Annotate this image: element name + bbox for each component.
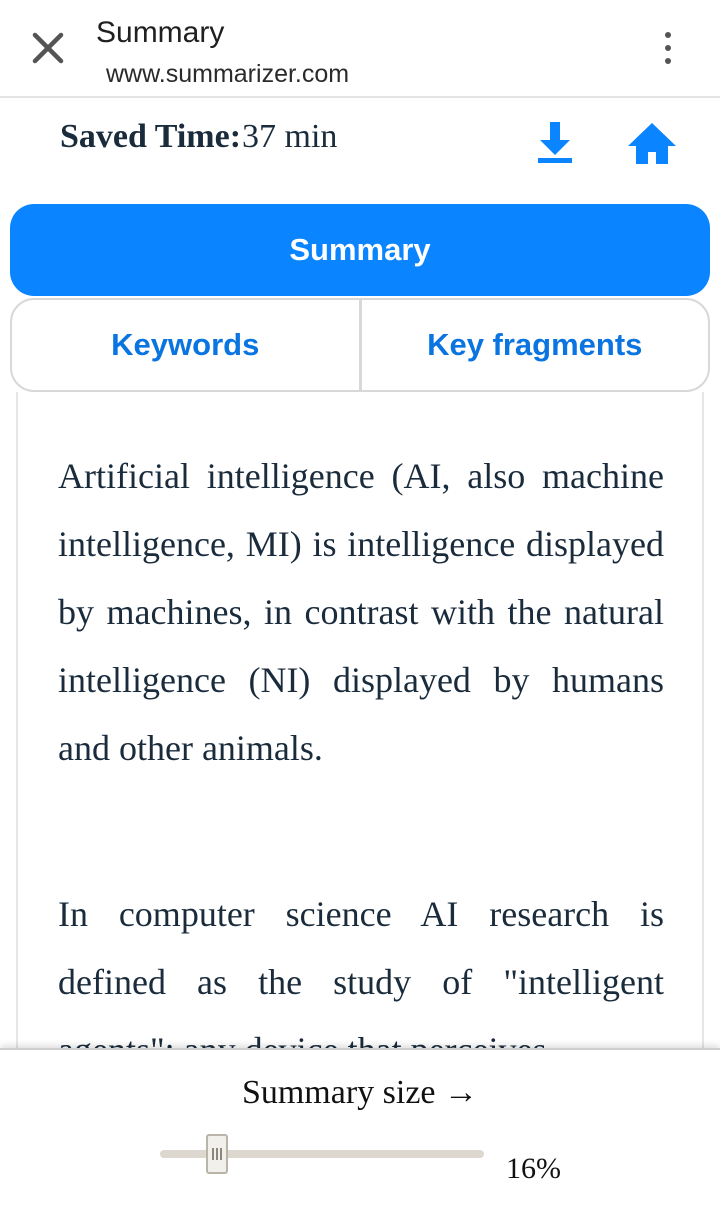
slider-thumb[interactable]: [206, 1134, 228, 1174]
download-button[interactable]: [532, 118, 578, 168]
home-icon: [628, 123, 676, 164]
top-app-bar: Summary www.summarizer.com: [0, 0, 720, 98]
saved-time-row: Saved Time: 37 min: [0, 100, 720, 196]
summary-paragraph: Artificial intelligence (AI, also machin…: [58, 456, 664, 768]
page-url[interactable]: www.summarizer.com: [106, 60, 349, 89]
saved-time-value: 37 min: [242, 118, 338, 155]
summary-size-value: 16%: [506, 1152, 561, 1185]
tab-keywords[interactable]: Keywords: [12, 300, 359, 390]
secondary-tabs: Keywords Key fragments: [10, 298, 710, 392]
summary-size-label: Summary size →: [241, 1074, 479, 1111]
summary-content[interactable]: Artificial intelligence (AI, also machin…: [16, 392, 704, 1048]
close-icon: [32, 32, 64, 64]
summary-paragraph: In computer science AI research is defin…: [58, 894, 664, 1048]
home-button[interactable]: [626, 118, 678, 168]
download-icon: [538, 122, 572, 163]
more-options-button[interactable]: [650, 26, 686, 70]
more-vertical-icon: [665, 32, 671, 38]
close-button[interactable]: [26, 26, 70, 70]
tab-key-fragments[interactable]: Key fragments: [362, 300, 709, 390]
saved-time-label: Saved Time:: [60, 118, 242, 155]
page-title: Summary: [96, 16, 225, 49]
tab-summary[interactable]: Summary: [10, 204, 710, 296]
summary-size-panel: Summary size → 16%: [0, 1048, 720, 1232]
